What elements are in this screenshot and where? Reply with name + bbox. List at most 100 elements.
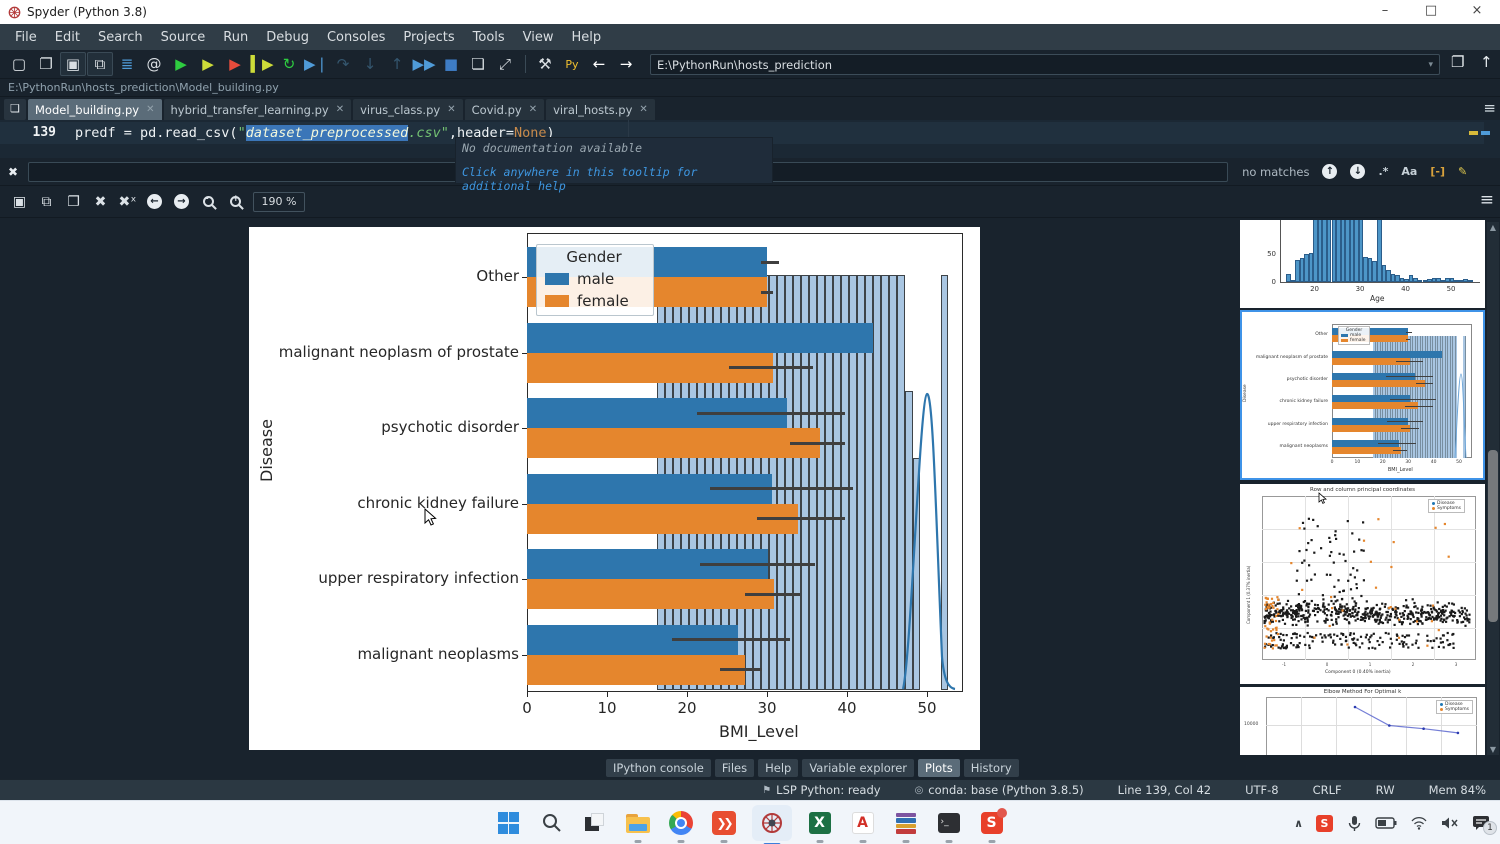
sogou-app[interactable]: S — [977, 808, 1007, 838]
close-tab-icon[interactable]: ✕ — [336, 104, 344, 115]
wifi-icon[interactable] — [1410, 816, 1428, 830]
match-case-icon[interactable]: Aa — [1401, 165, 1417, 178]
bar-female[interactable] — [527, 655, 745, 685]
stop-icon[interactable]: ■ — [438, 52, 464, 76]
menu-help[interactable]: Help — [563, 27, 611, 48]
menu-tools[interactable]: Tools — [464, 27, 514, 48]
close-button[interactable]: × — [1454, 0, 1500, 24]
maximize-button[interactable]: □ — [1408, 0, 1454, 24]
thumbnail-age-histogram[interactable]: 50020304050Age — [1240, 220, 1485, 308]
notifications-icon[interactable]: 1 — [1472, 815, 1490, 831]
pane-tab-ipython-console[interactable]: IPython console — [606, 759, 711, 777]
close-tab-icon[interactable]: ✕ — [639, 104, 647, 115]
zoom-out-icon[interactable]: - — [195, 190, 222, 214]
find-symbols-icon[interactable]: @ — [141, 52, 167, 76]
chrome-app[interactable] — [666, 808, 696, 838]
forward-icon[interactable]: → — [613, 52, 639, 76]
tab-covid-py[interactable]: Covid.py✕ — [465, 99, 545, 120]
bar-female[interactable] — [527, 428, 820, 458]
scroll-down-icon[interactable]: ▼ — [1487, 744, 1499, 755]
editor-options-icon[interactable]: ≡ — [1483, 99, 1496, 117]
battery-icon[interactable] — [1375, 816, 1397, 830]
pane-tab-variable-explorer[interactable]: Variable explorer — [802, 759, 914, 777]
chevron-down-icon[interactable]: ▾ — [1428, 60, 1433, 70]
browse-directory-icon[interactable]: ❐ — [1451, 53, 1464, 71]
remove-all-plots-icon[interactable]: ✖ˣ — [114, 190, 141, 214]
back-icon[interactable]: ← — [586, 52, 612, 76]
acrobat-app[interactable]: A — [848, 808, 878, 838]
plots-options-icon[interactable]: ≡ — [1480, 190, 1494, 210]
editor-tooltip[interactable]: No documentation available Click anywher… — [455, 137, 773, 184]
menu-projects[interactable]: Projects — [394, 27, 463, 48]
close-tab-icon[interactable]: ✕ — [447, 104, 455, 115]
thumbnails-scrollbar[interactable]: ▲ ▼ — [1487, 222, 1499, 755]
volume-muted-icon[interactable] — [1441, 816, 1459, 830]
step-return-icon[interactable]: ↑ — [384, 52, 410, 76]
copy-image-icon[interactable]: ❐ — [60, 190, 87, 214]
menu-source[interactable]: Source — [152, 27, 215, 48]
menu-edit[interactable]: Edit — [46, 27, 89, 48]
close-tab-icon[interactable]: ✕ — [146, 104, 154, 115]
spyder-app[interactable] — [752, 805, 792, 841]
sogou-tray-icon[interactable]: S — [1316, 815, 1333, 832]
microphone-icon[interactable] — [1346, 814, 1362, 832]
step-into-icon[interactable]: ↓ — [357, 52, 383, 76]
highlight-matches-icon[interactable]: ✎ — [1458, 165, 1467, 178]
start-button[interactable] — [494, 808, 524, 838]
menu-file[interactable]: File — [6, 27, 46, 48]
step-over-icon[interactable]: ↷ — [330, 52, 356, 76]
save-all-plots-icon[interactable]: ⧉ — [33, 190, 60, 214]
zoom-level[interactable]: 190 % — [253, 192, 305, 212]
file-explorer-app[interactable] — [623, 808, 653, 838]
menu-run[interactable]: Run — [214, 27, 257, 48]
bmi-disease-figure[interactable]: Othermalignant neoplasm of prostatepsych… — [249, 227, 980, 750]
remove-plot-icon[interactable]: ✖ — [87, 190, 114, 214]
excel-app[interactable]: X — [805, 808, 835, 838]
share-app[interactable]: ❯❯ — [709, 808, 739, 838]
find-previous-icon[interactable]: ↑ — [1322, 164, 1337, 179]
pane-tab-files[interactable]: Files — [715, 759, 754, 777]
thumbnail-bmi-disease-selected[interactable]: Othermalignant neoplasm of prostatepsych… — [1240, 310, 1485, 480]
maximize-pane-icon[interactable]: ❏ — [465, 52, 491, 76]
task-view-button[interactable] — [580, 808, 610, 838]
minimize-button[interactable]: – — [1362, 0, 1408, 24]
debug-run-icon[interactable]: ▶▶ — [411, 52, 437, 76]
terminal-app[interactable]: ›_ — [934, 808, 964, 838]
preferences-icon[interactable]: ⚒ — [532, 52, 558, 76]
hidden-icons-chevron-icon[interactable]: ∧ — [1294, 817, 1303, 830]
menu-consoles[interactable]: Consoles — [318, 27, 394, 48]
menu-view[interactable]: View — [514, 27, 563, 48]
debug-continue-icon[interactable]: ▶❘ — [303, 52, 329, 76]
tab-virus_class-py[interactable]: virus_class.py✕ — [353, 99, 462, 120]
bar-female[interactable] — [527, 579, 774, 609]
previous-plot-icon[interactable]: ← — [141, 190, 168, 214]
rerun-cell-icon[interactable]: ▶ — [222, 52, 248, 76]
save-file-icon[interactable]: ▣ — [60, 52, 86, 76]
browse-tabs-button[interactable]: ❏ — [4, 99, 26, 120]
tab-viral_hosts-py[interactable]: viral_hosts.py✕ — [546, 99, 655, 120]
working-directory-input[interactable]: E:\PythonRun\hosts_prediction ▾ — [650, 54, 1440, 75]
restart-kernel-icon[interactable]: ↻ — [276, 52, 302, 76]
save-all-icon[interactable]: ⧉ — [87, 52, 113, 76]
thumbnail-principal-coordinates[interactable]: Row and column principal coordinates-101… — [1240, 484, 1485, 684]
file-switcher-icon[interactable]: ≣ — [114, 52, 140, 76]
parent-directory-icon[interactable]: ↑ — [1480, 53, 1493, 71]
run-cell-icon[interactable]: ▶ — [195, 52, 221, 76]
next-plot-icon[interactable]: → — [168, 190, 195, 214]
scroll-up-icon[interactable]: ▲ — [1487, 222, 1499, 233]
pane-tab-history[interactable]: History — [964, 759, 1019, 777]
new-file-icon[interactable]: ▢ — [6, 52, 32, 76]
save-plot-icon[interactable]: ▣ — [6, 190, 33, 214]
run-selection-icon[interactable]: ▍▶ — [249, 52, 275, 76]
thumbnail-elbow-method[interactable]: Elbow Method For Optimal k10000DiseaseSy… — [1240, 687, 1485, 755]
close-tab-icon[interactable]: ✕ — [529, 104, 537, 115]
python-path-icon[interactable]: Py — [559, 52, 585, 76]
close-find-icon[interactable]: ✖ — [8, 165, 18, 179]
bar-male[interactable] — [527, 323, 873, 353]
menu-search[interactable]: Search — [89, 27, 152, 48]
pane-tab-plots[interactable]: Plots — [918, 759, 960, 777]
find-next-icon[interactable]: ↓ — [1350, 164, 1365, 179]
tab-model_building-py[interactable]: Model_building.py✕ — [28, 99, 162, 120]
open-file-icon[interactable]: ❐ — [33, 52, 59, 76]
search-button[interactable] — [537, 808, 567, 838]
